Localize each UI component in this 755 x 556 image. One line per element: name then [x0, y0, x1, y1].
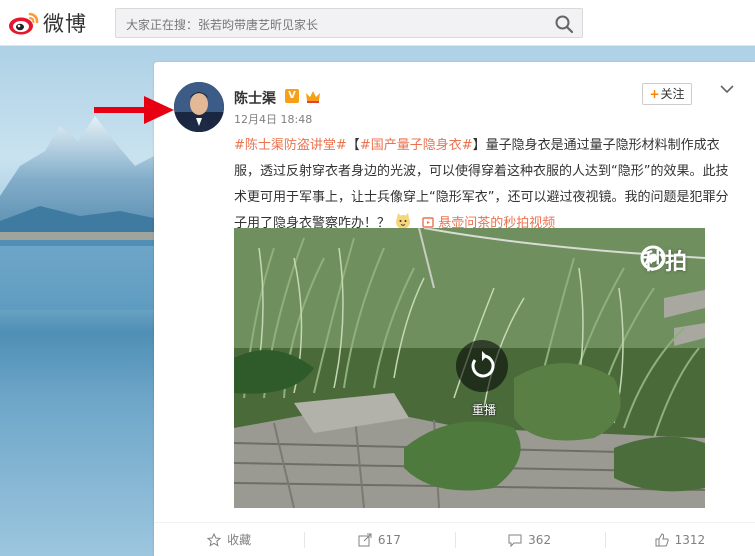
search-icon[interactable] — [554, 14, 574, 34]
star-icon — [207, 532, 222, 547]
search-input[interactable]: 大家正在搜：张若昀带唐艺昕见家长 — [115, 8, 583, 38]
video-player[interactable]: 秒拍 重播 — [234, 228, 705, 508]
logo-text: 微博 — [43, 12, 87, 36]
comment-icon — [508, 534, 522, 547]
bracket-open: 【 — [346, 138, 360, 153]
like-button[interactable]: 1312 — [604, 523, 755, 556]
favorite-button[interactable]: 收藏 — [154, 523, 304, 556]
favorite-label: 收藏 — [227, 533, 252, 547]
topic-link-2[interactable]: #国产量子隐身衣# — [360, 138, 473, 153]
bracket-close: 】 — [472, 138, 486, 153]
thumbs-up-icon — [655, 532, 669, 546]
username[interactable]: 陈士渠 — [234, 88, 276, 108]
replay-button[interactable] — [456, 340, 508, 392]
follow-label: 关注 — [660, 87, 685, 101]
comment-button[interactable]: 362 — [454, 523, 605, 556]
comment-count: 362 — [528, 532, 552, 547]
video-link-icon — [422, 217, 434, 228]
topic-link-1[interactable]: #陈士渠防盗讲堂# — [234, 138, 347, 153]
repost-button[interactable]: 617 — [304, 523, 454, 556]
verified-badge: V — [285, 89, 299, 103]
weibo-post-card: 陈士渠 V 12月4日 18:48 +关注 #陈士渠防盗讲堂#【#国产量子隐身衣… — [154, 62, 755, 556]
replay-icon — [471, 351, 495, 378]
post-content: #陈士渠防盗讲堂#【#国产量子隐身衣#】量子隐身衣是通过量子隐形材料制作成衣服，… — [234, 133, 740, 237]
weibo-logo[interactable]: 微博 — [8, 8, 87, 38]
like-count: 1312 — [674, 532, 706, 547]
replay-label: 重播 — [471, 403, 496, 417]
plus-icon: + — [649, 87, 660, 101]
repost-icon — [358, 533, 372, 546]
avatar-portrait — [174, 82, 224, 132]
miaopai-icon — [640, 245, 666, 271]
post-action-bar: 收藏 617 362 1312 — [154, 522, 755, 556]
red-arrow-annotation — [94, 96, 174, 124]
search-hot-text: 大家正在搜：张若昀带唐艺昕见家长 — [126, 18, 319, 32]
follow-button[interactable]: +关注 — [642, 83, 692, 105]
post-time[interactable]: 12月4日 18:48 — [234, 111, 312, 127]
weibo-eye-icon — [9, 12, 39, 35]
repost-count: 617 — [377, 532, 401, 547]
avatar[interactable] — [174, 82, 224, 132]
member-crown-icon[interactable] — [304, 88, 322, 104]
top-navbar: 微博 大家正在搜：张若昀带唐艺昕见家长 — [0, 0, 755, 46]
chevron-down-icon[interactable] — [720, 84, 734, 94]
miaopai-watermark: 秒拍 — [639, 244, 687, 276]
